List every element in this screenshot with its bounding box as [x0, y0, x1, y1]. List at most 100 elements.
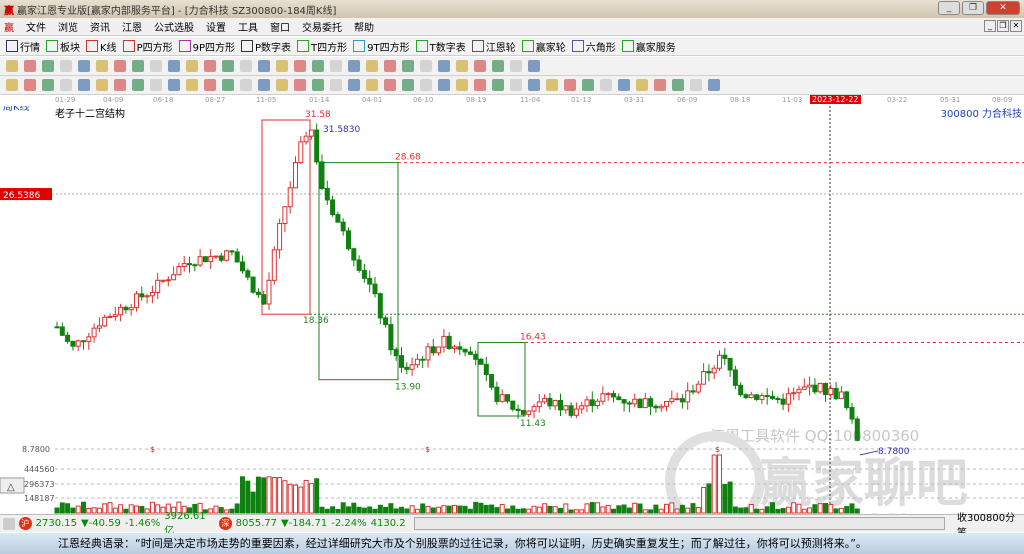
tool-icon[interactable] [492, 60, 504, 72]
tool-icon[interactable] [276, 79, 288, 91]
menu-item[interactable]: 公式选股 [154, 19, 194, 34]
tool-icon[interactable] [636, 79, 648, 91]
tool-icon[interactable] [384, 79, 396, 91]
tool-icon[interactable] [222, 79, 234, 91]
tool-icon[interactable] [456, 79, 468, 91]
tool-icon[interactable] [42, 60, 54, 72]
tool-icon[interactable] [546, 79, 558, 91]
tool-icon[interactable] [42, 79, 54, 91]
tool-icon[interactable] [150, 79, 162, 91]
tool-icon[interactable] [258, 79, 270, 91]
tool-icon[interactable] [528, 79, 540, 91]
tool-icon[interactable] [492, 79, 504, 91]
tool-icon[interactable] [582, 79, 594, 91]
menu-item[interactable]: 交易委托 [302, 19, 342, 34]
tool-icon[interactable] [60, 60, 72, 72]
tool-icon[interactable] [168, 79, 180, 91]
menu-item[interactable]: 工具 [238, 19, 258, 34]
toolbar-button[interactable]: 赢家轮 [521, 39, 566, 54]
menu-item[interactable]: 江恩 [122, 19, 142, 34]
tool-icon[interactable] [186, 79, 198, 91]
tool-icon[interactable] [528, 60, 540, 72]
tool-icon[interactable] [618, 79, 630, 91]
tool-icon[interactable] [600, 79, 612, 91]
tool-icon[interactable] [78, 79, 90, 91]
toolbar-button[interactable]: 9T四方形 [353, 39, 410, 54]
tool-icon[interactable] [384, 60, 396, 72]
close-button[interactable]: ✕ [986, 1, 1020, 15]
tool-icon[interactable] [24, 79, 36, 91]
tool-icon[interactable] [366, 60, 378, 72]
mdi-restore-button[interactable]: ❐ [997, 20, 1009, 32]
mdi-minimize-button[interactable]: _ [984, 20, 996, 32]
tool-icon[interactable] [348, 79, 360, 91]
tool-icon[interactable] [402, 79, 414, 91]
tool-icon[interactable] [402, 60, 414, 72]
tool-icon[interactable] [654, 79, 666, 91]
tool-icon[interactable] [276, 60, 288, 72]
toolbar-button[interactable]: 江恩轮 [471, 39, 516, 54]
toolbar-button[interactable]: 板块 [46, 39, 80, 54]
tool-icon[interactable] [474, 79, 486, 91]
tool-icon[interactable] [24, 60, 36, 72]
tool-icon[interactable] [294, 79, 306, 91]
tool-icon[interactable] [510, 79, 522, 91]
menu-item[interactable]: 帮助 [354, 19, 374, 34]
tool-icon[interactable] [204, 60, 216, 72]
tool-icon[interactable] [258, 60, 270, 72]
tool-icon[interactable] [420, 60, 432, 72]
toolbar-button[interactable]: T数字表 [415, 39, 466, 54]
tool-icon[interactable] [438, 79, 450, 91]
tool-icon[interactable] [330, 79, 342, 91]
toolbar-button[interactable]: T四方形 [297, 39, 347, 54]
toolbar-button[interactable]: 赢家服务 [621, 39, 676, 54]
tool-icon[interactable] [114, 60, 126, 72]
tool-icon[interactable] [96, 60, 108, 72]
tool-icon[interactable] [222, 60, 234, 72]
menu-item[interactable]: 设置 [206, 19, 226, 34]
tool-icon[interactable] [6, 79, 18, 91]
tool-icon[interactable] [708, 79, 720, 91]
tool-icon[interactable] [132, 60, 144, 72]
horizontal-scrollbar[interactable] [413, 517, 945, 530]
tool-icon[interactable] [456, 60, 468, 72]
toolbar-button[interactable]: 行情 [6, 39, 40, 54]
tool-icon[interactable] [672, 79, 684, 91]
tool-icon[interactable] [204, 79, 216, 91]
menu-item[interactable]: 窗口 [270, 19, 290, 34]
restore-button[interactable]: ❐ [962, 1, 984, 15]
tool-icon[interactable] [186, 60, 198, 72]
toolbar-button[interactable]: P数字表 [241, 39, 291, 54]
kline-chart[interactable]: 江恩工具软件 QQ:100800360赢家聊吧liaoba.yich360.co… [0, 106, 1024, 514]
tool-icon[interactable] [96, 79, 108, 91]
tool-icon[interactable] [366, 79, 378, 91]
tool-icon[interactable] [564, 79, 576, 91]
tool-icon[interactable] [348, 60, 360, 72]
menu-item[interactable]: 资讯 [90, 19, 110, 34]
tool-icon[interactable] [60, 79, 72, 91]
menu-item[interactable]: 文件 [26, 19, 46, 34]
toolbar-button[interactable]: P四方形 [122, 39, 173, 54]
mdi-close-button[interactable]: ✕ [1010, 20, 1022, 32]
tool-icon[interactable] [168, 60, 180, 72]
tool-icon[interactable] [114, 79, 126, 91]
tool-icon[interactable] [150, 60, 162, 72]
tool-icon[interactable] [510, 60, 522, 72]
toolbar-button[interactable]: 9P四方形 [178, 39, 235, 54]
tool-icon[interactable] [312, 60, 324, 72]
menu-item[interactable]: 浏览 [58, 19, 78, 34]
tool-icon[interactable] [294, 60, 306, 72]
tool-icon[interactable] [132, 79, 144, 91]
tool-icon[interactable] [474, 60, 486, 72]
tool-icon[interactable] [690, 79, 702, 91]
toolbar-button[interactable]: 六角形 [571, 39, 616, 54]
tool-icon[interactable] [78, 60, 90, 72]
tool-icon[interactable] [420, 79, 432, 91]
calculator-icon[interactable] [3, 517, 15, 530]
tool-icon[interactable] [6, 60, 18, 72]
tool-icon[interactable] [330, 60, 342, 72]
tool-icon[interactable] [312, 79, 324, 91]
tool-icon[interactable] [240, 79, 252, 91]
tool-icon[interactable] [438, 60, 450, 72]
minimize-button[interactable]: _ [938, 1, 960, 15]
